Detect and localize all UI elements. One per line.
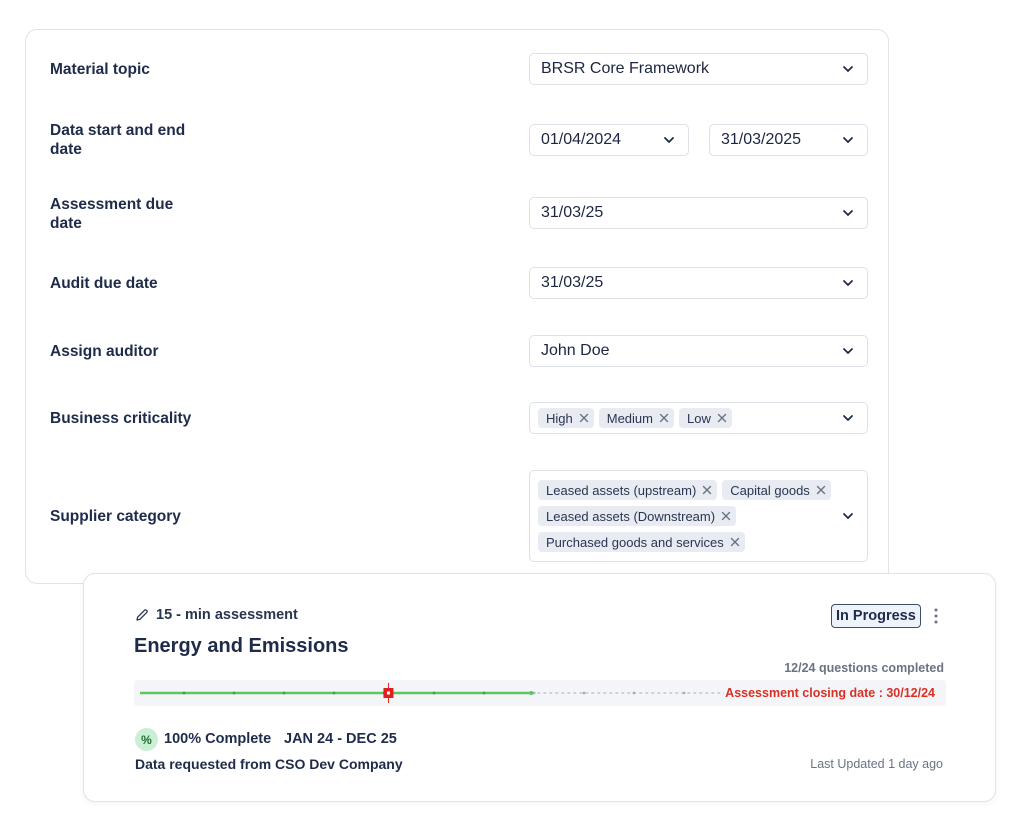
chevron-down-icon bbox=[841, 206, 855, 220]
remove-tag-icon[interactable] bbox=[659, 413, 669, 423]
data-start-date-value: 01/04/2024 bbox=[541, 131, 622, 148]
remove-tag-icon[interactable] bbox=[579, 413, 589, 423]
requested-from: Data requested from CSO Dev Company bbox=[135, 756, 403, 772]
chevron-down-icon bbox=[841, 276, 855, 290]
data-end-date-value: 31/03/2025 bbox=[721, 131, 802, 148]
audit-due-label: Audit due date bbox=[50, 275, 158, 292]
progress-tick bbox=[482, 691, 486, 695]
progress-tick bbox=[632, 691, 636, 695]
supplier-tags: Leased assets (upstream) Capital goods L… bbox=[538, 480, 841, 552]
remove-tag-icon[interactable] bbox=[816, 485, 826, 495]
more-options-icon[interactable] bbox=[931, 607, 941, 625]
material-topic-label: Material topic bbox=[50, 61, 150, 78]
remove-tag-icon[interactable] bbox=[717, 413, 727, 423]
assessment-due-label: Assessment due date bbox=[50, 196, 174, 232]
chevron-down-icon bbox=[662, 133, 676, 147]
assessment-due-value: 31/03/25 bbox=[541, 204, 604, 221]
auditor-value: John Doe bbox=[541, 342, 610, 359]
supplier-multiselect[interactable]: Leased assets (upstream) Capital goods L… bbox=[529, 470, 868, 562]
criticality-tags: High Medium Low bbox=[538, 408, 841, 428]
assessment-due-select[interactable]: 31/03/25 bbox=[529, 197, 868, 229]
assessment-settings-card: Material topic BRSR Core Framework Data … bbox=[25, 29, 889, 584]
auditor-select[interactable]: John Doe bbox=[529, 335, 868, 367]
assessment-title: Energy and Emissions bbox=[134, 635, 349, 657]
assessment-duration-text: 15 - min assessment bbox=[156, 607, 298, 623]
current-position-marker bbox=[383, 683, 394, 703]
tag-medium: Medium bbox=[598, 408, 674, 428]
remove-tag-icon[interactable] bbox=[730, 537, 740, 547]
status-badge: In Progress bbox=[831, 604, 921, 628]
tag-capital-goods: Capital goods bbox=[722, 480, 831, 500]
chevron-down-icon bbox=[841, 62, 855, 76]
progress-tick bbox=[432, 691, 436, 695]
chevron-down-icon bbox=[841, 411, 855, 425]
auditor-label: Assign auditor bbox=[50, 343, 159, 360]
last-updated: Last Updated 1 day ago bbox=[810, 757, 943, 771]
date-range: JAN 24 - DEC 25 bbox=[284, 731, 397, 747]
chevron-down-icon bbox=[841, 344, 855, 358]
tag-high: High bbox=[538, 408, 594, 428]
progress-tick bbox=[332, 691, 336, 695]
progress-tick bbox=[282, 691, 286, 695]
criticality-label: Business criticality bbox=[50, 410, 192, 427]
tag-purchased-goods: Purchased goods and services bbox=[538, 532, 745, 552]
chevron-down-icon bbox=[841, 509, 855, 523]
supplier-label: Supplier category bbox=[50, 508, 181, 525]
assessment-duration: 15 - min assessment bbox=[135, 607, 298, 623]
tag-leased-upstream: Leased assets (upstream) bbox=[538, 480, 718, 500]
progress-tick bbox=[682, 691, 686, 695]
remove-tag-icon[interactable] bbox=[721, 511, 731, 521]
tag-leased-downstream: Leased assets (Downstream) bbox=[538, 506, 737, 526]
audit-due-select[interactable]: 31/03/25 bbox=[529, 267, 868, 299]
questions-completed: 12/24 questions completed bbox=[784, 661, 944, 675]
audit-due-value: 31/03/25 bbox=[541, 274, 604, 291]
assessment-card[interactable]: 15 - min assessment Energy and Emissions… bbox=[83, 573, 996, 802]
material-topic-value: BRSR Core Framework bbox=[541, 60, 710, 77]
chevron-down-icon bbox=[841, 133, 855, 147]
data-dates-label: Data start and end date bbox=[50, 122, 186, 158]
completion-text: 100% Complete bbox=[164, 731, 272, 747]
progress-tick bbox=[582, 691, 586, 695]
tag-low: Low bbox=[679, 408, 732, 428]
progress-tick bbox=[182, 691, 186, 695]
data-start-date-select[interactable]: 01/04/2024 bbox=[529, 124, 689, 156]
closing-date: Assessment closing date : 30/12/24 bbox=[725, 686, 935, 700]
pencil-icon bbox=[135, 608, 149, 622]
percent-icon: % bbox=[135, 728, 158, 751]
criticality-multiselect[interactable]: High Medium Low bbox=[529, 402, 868, 434]
remove-tag-icon[interactable] bbox=[702, 485, 712, 495]
material-topic-select[interactable]: BRSR Core Framework bbox=[529, 53, 868, 85]
data-end-date-select[interactable]: 31/03/2025 bbox=[709, 124, 868, 156]
progress-end-dot bbox=[529, 691, 534, 695]
progress-tick bbox=[232, 691, 236, 695]
